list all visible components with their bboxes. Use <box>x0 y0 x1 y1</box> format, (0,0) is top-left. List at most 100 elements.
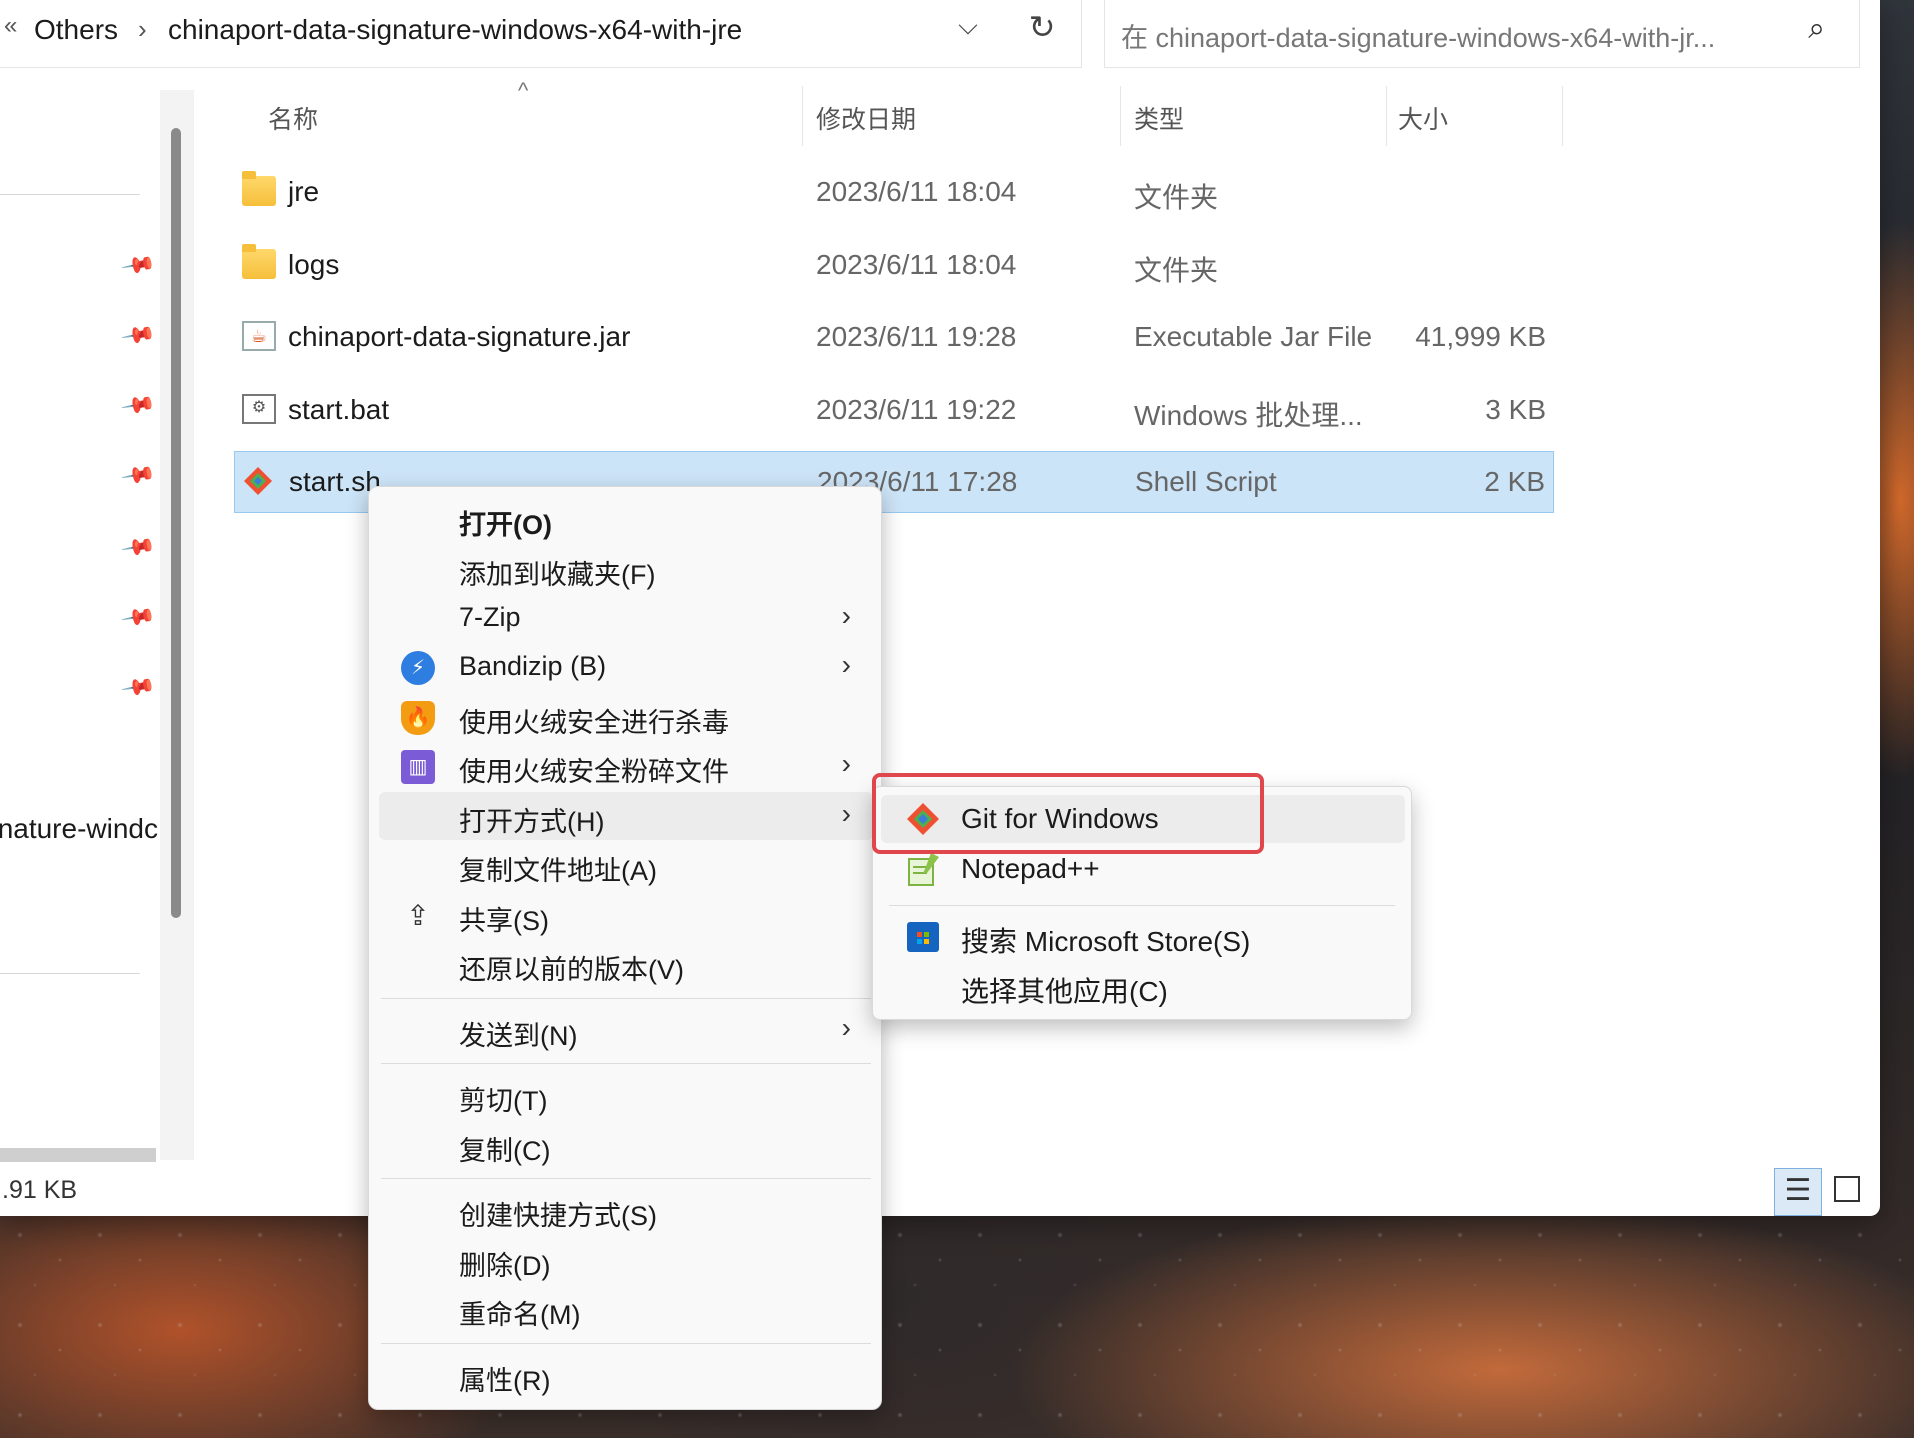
chevron-right-icon: › <box>841 798 851 829</box>
sort-ascending-icon: ^ <box>518 78 529 103</box>
menu-label: Bandizip (B) <box>459 651 607 681</box>
breadcrumb-overflow-button[interactable]: « <box>4 12 17 40</box>
huorong-shield-icon: 🔥 <box>401 701 435 735</box>
menu-label: 共享(S) <box>459 906 549 936</box>
nav-horizontal-scrollbar[interactable] <box>0 1148 156 1162</box>
menu-label: 7-Zip <box>459 602 521 632</box>
column-divider[interactable] <box>1562 86 1563 146</box>
menu-item-rename[interactable]: 重命名(M) <box>379 1285 873 1333</box>
pin-icon[interactable]: 📌 <box>119 387 158 426</box>
file-size: 41,999 KB <box>1415 321 1546 352</box>
submenu-label: Notepad++ <box>961 853 1100 884</box>
submenu-separator <box>889 905 1395 906</box>
breadcrumb-current-folder[interactable]: chinaport-data-signature-windows-x64-wit… <box>168 14 742 46</box>
chevron-right-icon: › <box>841 748 851 779</box>
menu-item-delete[interactable]: 删除(D) <box>379 1236 873 1284</box>
nav-divider <box>0 973 140 974</box>
menu-label: 添加到收藏夹(F) <box>459 560 656 590</box>
details-view-button[interactable]: ☰ <box>1774 1168 1822 1216</box>
file-modified: 2023/6/11 18:04 <box>816 176 1017 207</box>
file-type: 文件夹 <box>1134 255 1219 286</box>
file-size: 2 KB <box>1484 466 1545 497</box>
menu-item-send-to[interactable]: 发送到(N) › <box>379 1006 873 1054</box>
pin-icon[interactable]: 📌 <box>119 247 158 286</box>
breadcrumb-separator-icon[interactable]: › <box>138 14 147 45</box>
pin-icon[interactable]: 📌 <box>119 317 158 356</box>
menu-item-properties[interactable]: 属性(R) <box>379 1351 873 1399</box>
submenu-item-choose-other-app[interactable]: 选择其他应用(C) <box>881 962 1405 1010</box>
column-header-type[interactable]: 类型 <box>1134 100 1184 136</box>
nav-divider <box>0 194 140 195</box>
file-type: Shell Script <box>1135 466 1277 497</box>
menu-item-open-with[interactable]: 打开方式(H) › <box>379 792 873 840</box>
menu-item-share[interactable]: ⇪ 共享(S) <box>379 891 873 939</box>
menu-label: 使用火绒安全粉碎文件 <box>459 757 729 787</box>
menu-label: 属性(R) <box>459 1366 551 1396</box>
submenu-label: 选择其他应用(C) <box>961 976 1168 1007</box>
menu-item-7zip[interactable]: 7-Zip › <box>379 594 873 642</box>
folder-icon <box>242 244 276 279</box>
file-row[interactable]: ☕ chinaport-data-signature.jar 2023/6/11… <box>234 307 1554 369</box>
menu-label: 剪切(T) <box>459 1086 548 1116</box>
file-type: 文件夹 <box>1134 182 1219 213</box>
menu-label: 打开方式(H) <box>459 807 605 837</box>
menu-label: 使用火绒安全进行杀毒 <box>459 708 729 738</box>
microsoft-store-icon <box>907 922 939 952</box>
search-icon[interactable]: ⌕ <box>1808 12 1825 46</box>
chevron-right-icon: › <box>841 600 851 631</box>
file-name: start.bat <box>288 394 390 425</box>
menu-item-huorong-scan[interactable]: 🔥 使用火绒安全进行杀毒 <box>379 693 873 741</box>
pin-icon[interactable]: 📌 <box>119 529 158 568</box>
file-name: chinaport-data-signature.jar <box>288 321 631 352</box>
menu-item-copy-path[interactable]: 复制文件地址(A) <box>379 841 873 889</box>
search-placeholder: 在 chinaport-data-signature-windows-x64-w… <box>1121 23 1716 53</box>
menu-item-cut[interactable]: 剪切(T) <box>379 1071 873 1119</box>
chevron-right-icon: › <box>841 1012 851 1043</box>
submenu-item-microsoft-store[interactable]: 搜索 Microsoft Store(S) <box>881 912 1405 960</box>
file-modified: 2023/6/11 18:04 <box>816 249 1017 280</box>
pin-icon[interactable]: 📌 <box>119 599 158 638</box>
share-icon: ⇪ <box>406 900 430 931</box>
pin-icon[interactable]: 📌 <box>119 457 158 496</box>
wallpaper-texture <box>0 1215 1914 1438</box>
file-row[interactable]: ⚙ start.bat 2023/6/11 19:22 Windows 批处理.… <box>234 380 1554 442</box>
menu-item-add-favorites[interactable]: 添加到收藏夹(F) <box>379 545 873 593</box>
menu-item-huorong-shred[interactable]: ▥ 使用火绒安全粉碎文件 › <box>379 742 873 790</box>
address-history-dropdown-icon[interactable]: ⌵ <box>950 10 986 50</box>
pin-icon[interactable]: 📌 <box>119 669 158 708</box>
tiles-view-button[interactable] <box>1834 1176 1860 1202</box>
menu-separator <box>381 1063 871 1064</box>
nav-scrollbar-thumb[interactable] <box>171 128 181 918</box>
search-input[interactable]: 在 chinaport-data-signature-windows-x64-w… <box>1104 0 1860 68</box>
file-row[interactable]: logs 2023/6/11 18:04 文件夹 <box>234 235 1554 297</box>
file-name: start.sh <box>289 466 381 497</box>
git-icon <box>244 467 272 495</box>
refresh-icon[interactable]: ↻ <box>1020 8 1064 52</box>
column-divider[interactable] <box>1120 86 1121 146</box>
column-header-modified[interactable]: 修改日期 <box>816 100 916 136</box>
menu-label: 创建快捷方式(S) <box>459 1201 657 1231</box>
menu-item-create-shortcut[interactable]: 创建快捷方式(S) <box>379 1186 873 1234</box>
navigation-pane: 📌 📌 📌 📌 📌 📌 📌 nature-windc <box>0 90 160 1150</box>
file-modified: 2023/6/11 19:28 <box>816 321 1017 352</box>
breadcrumb-others[interactable]: Others <box>34 14 118 46</box>
file-row[interactable]: jre 2023/6/11 18:04 文件夹 <box>234 162 1554 224</box>
nav-item-folder[interactable]: nature-windc <box>0 813 158 845</box>
address-bar[interactable]: « Others › chinaport-data-signature-wind… <box>0 0 1082 68</box>
menu-separator <box>381 1178 871 1179</box>
menu-item-restore-versions[interactable]: 还原以前的版本(V) <box>379 940 873 988</box>
submenu-label: 搜索 Microsoft Store(S) <box>961 926 1251 957</box>
annotation-highlight-box <box>872 773 1264 854</box>
menu-item-bandizip[interactable]: ⚡ Bandizip (B) › <box>379 643 873 691</box>
column-divider[interactable] <box>802 86 803 146</box>
menu-item-open[interactable]: 打开(O) <box>379 495 873 543</box>
menu-label: 重命名(M) <box>459 1300 581 1330</box>
column-header-name[interactable]: 名称 <box>268 100 318 136</box>
column-header-size[interactable]: 大小 <box>1398 100 1448 136</box>
context-menu: 打开(O) 添加到收藏夹(F) 7-Zip › ⚡ Bandizip (B) ›… <box>368 486 882 1410</box>
column-divider[interactable] <box>1386 86 1387 146</box>
menu-item-copy[interactable]: 复制(C) <box>379 1121 873 1169</box>
menu-label: 发送到(N) <box>459 1021 578 1051</box>
menu-label: 复制文件地址(A) <box>459 856 657 886</box>
chevron-right-icon: › <box>841 649 851 680</box>
